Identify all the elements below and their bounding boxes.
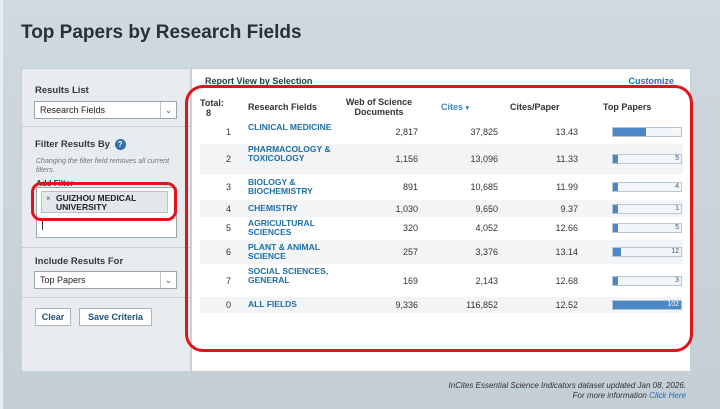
footer-dataset-note: InCites Essential Science Indicators dat… — [448, 381, 686, 390]
divider — [22, 297, 192, 298]
footer-info: For more information Click Here — [573, 391, 686, 400]
filter-by-label: Filter Results By ? — [35, 139, 126, 150]
chevron-down-icon: ⌄ — [160, 272, 176, 288]
page-frame: Top Papers by Research Fields Results Li… — [0, 0, 720, 409]
filter-by-text: Filter Results By — [35, 139, 110, 151]
page-title: Top Papers by Research Fields — [21, 22, 302, 43]
filter-highlight — [31, 182, 177, 221]
footer-info-text: For more information — [572, 391, 647, 400]
help-icon[interactable]: ? — [114, 139, 126, 150]
clear-button[interactable]: Clear — [35, 308, 71, 326]
results-list-value: Research Fields — [40, 105, 106, 115]
include-label: Include Results For — [35, 256, 124, 267]
click-here-link[interactable]: Click Here — [649, 391, 686, 400]
table-highlight — [185, 85, 693, 352]
results-list-label: Results List — [35, 85, 89, 96]
text-cursor — [42, 220, 43, 230]
divider — [22, 126, 192, 127]
include-select[interactable]: Top Papers ⌄ — [34, 271, 177, 289]
filter-note: Changing the filter field removes all cu… — [36, 158, 170, 174]
divider — [22, 247, 192, 248]
include-value: Top Papers — [40, 275, 86, 285]
results-list-select[interactable]: Research Fields ⌄ — [34, 101, 177, 119]
chevron-down-icon: ⌄ — [160, 102, 176, 118]
save-criteria-button[interactable]: Save Criteria — [79, 308, 152, 326]
